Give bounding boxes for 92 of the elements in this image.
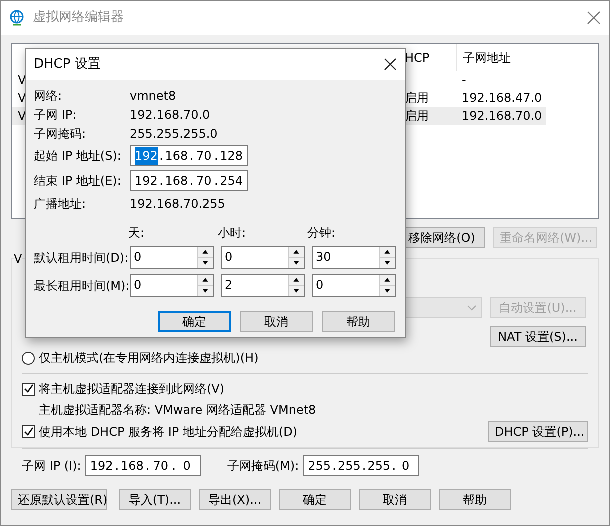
button[interactable]: 导出(X)... [199,489,271,510]
octet-separator: . [214,148,220,164]
button[interactable]: 帮助 [322,311,395,332]
button[interactable]: 确定 [158,311,231,332]
button[interactable]: NAT 设置(S)... [490,326,586,347]
field-label: 最长租用时间(M): [34,278,130,294]
button[interactable]: 取消 [359,489,431,510]
field-label: 广播地址: [34,196,88,213]
field-value: vmnet8 [130,88,176,104]
field-label: 结束 IP 地址(E): [34,172,122,190]
octet-value: 168 [165,148,188,164]
spin-value: 2 [224,277,234,294]
octet-value: 255 [308,458,332,474]
table-cell: 启用 [405,109,429,123]
spin-value: 0 [133,249,143,266]
spin-value: 30 [315,249,332,266]
spin-box[interactable]: 30 [312,246,396,269]
octet-separator: . [171,458,177,474]
octet-separator: . [158,148,164,164]
window-title: 虚拟网络编辑器 [33,9,125,28]
octet-value: 0 [182,458,192,474]
table-cell-text: 192.168.47.0 [461,90,542,107]
chevron-down-icon [467,304,477,310]
button[interactable]: 导入(T)... [119,489,191,510]
octet-separator: . [188,148,195,164]
octet-value: 70 [195,148,213,164]
octet-separator: . [158,172,164,190]
ip-address-field[interactable]: 192.168. 70 .128 [130,145,248,166]
field-label: 网络: [34,88,64,104]
octet-value: 254 [220,172,244,190]
octet-value: 168 [120,458,144,474]
spin-box[interactable]: 0 [130,274,214,297]
octet-separator: . [391,458,398,474]
close-icon[interactable] [384,58,397,71]
column-label: 分钟: [307,225,337,242]
octet-separator: . [114,458,120,474]
octet-value: 168 [165,172,188,190]
field-label: 子网掩码(M): [227,458,300,474]
octet-separator: . [361,458,368,474]
field-label: 子网 IP (I): [22,458,82,474]
field-label: 子网 IP: [34,106,78,124]
field-value: 255.255.255.0 [130,126,218,142]
spin-box[interactable]: 0 [130,246,214,269]
globe-icon [9,10,25,26]
checkmark-icon [24,384,34,394]
table-cell-text: 192.168.70.0 [461,108,542,125]
octet-separator: . [188,172,195,190]
dialog-title: DHCP 设置 [34,56,102,74]
ip-address-field[interactable]: 192 . 168 . 70 . 0 [85,455,202,476]
spin-value: 0 [133,277,143,294]
spin-box[interactable]: 0 [221,246,305,269]
field-label: 子网掩码: [34,126,88,142]
radio-label: 仅主机模式(在专用网络内连接虚拟机)(H) [39,350,259,367]
octet-value: 192 [135,172,158,190]
octet-value: 70 [152,458,170,474]
column-label: 天: [128,225,146,242]
field-label: 默认租用时间(D): [34,250,130,266]
checkbox-label: 使用本地 DHCP 服务将 IP 地址分配给虚拟机(D) [39,424,298,440]
spin-box[interactable]: 2 [221,274,305,297]
octet-value: 0 [401,458,411,474]
octet-value: 192 [90,458,114,474]
octet-value: 192 [135,146,158,164]
button[interactable]: 还原默认设置(R) [11,489,107,510]
adapter-name-text: 主机虚拟适配器名称: VMware 网络适配器 VMnet8 [39,402,318,419]
column-label: 小时: [218,225,247,242]
table-cell: 启用 [405,91,429,105]
spin-value: 0 [315,277,325,294]
radio-button[interactable] [22,352,35,364]
button[interactable]: 取消 [240,311,313,332]
ip-address-field[interactable]: 192.168. 70 .254 [130,170,248,191]
field-label: 起始 IP 地址(S): [34,148,122,164]
checkbox-label: 将主机虚拟适配器连接到此网络(V) [39,381,225,398]
field-value: 192.168.70.255 [130,196,226,213]
button[interactable]: DHCP 设置(P)... [488,421,588,442]
checkmark-icon [24,426,34,436]
button[interactable]: 帮助 [439,489,511,510]
octet-separator: . [332,458,338,474]
field-value: 192.168.70.0 [130,106,210,124]
column-header[interactable]: 子网地址 [456,44,546,71]
ip-address-field[interactable]: 255.255.255. 0 [303,455,420,476]
checkbox[interactable] [22,425,35,438]
table-cell-text: - [461,72,466,89]
octet-value: 70 [195,172,213,190]
octet-value: 255 [338,458,361,474]
checkbox[interactable] [22,382,35,396]
octet-value: 128 [220,148,244,164]
octet-separator: . [144,458,151,474]
button[interactable]: 确定 [279,489,351,510]
octet-separator: . [214,172,220,190]
spin-value: 0 [224,249,234,266]
spin-box[interactable]: 0 [312,274,396,297]
octet-value: 255 [368,458,391,474]
